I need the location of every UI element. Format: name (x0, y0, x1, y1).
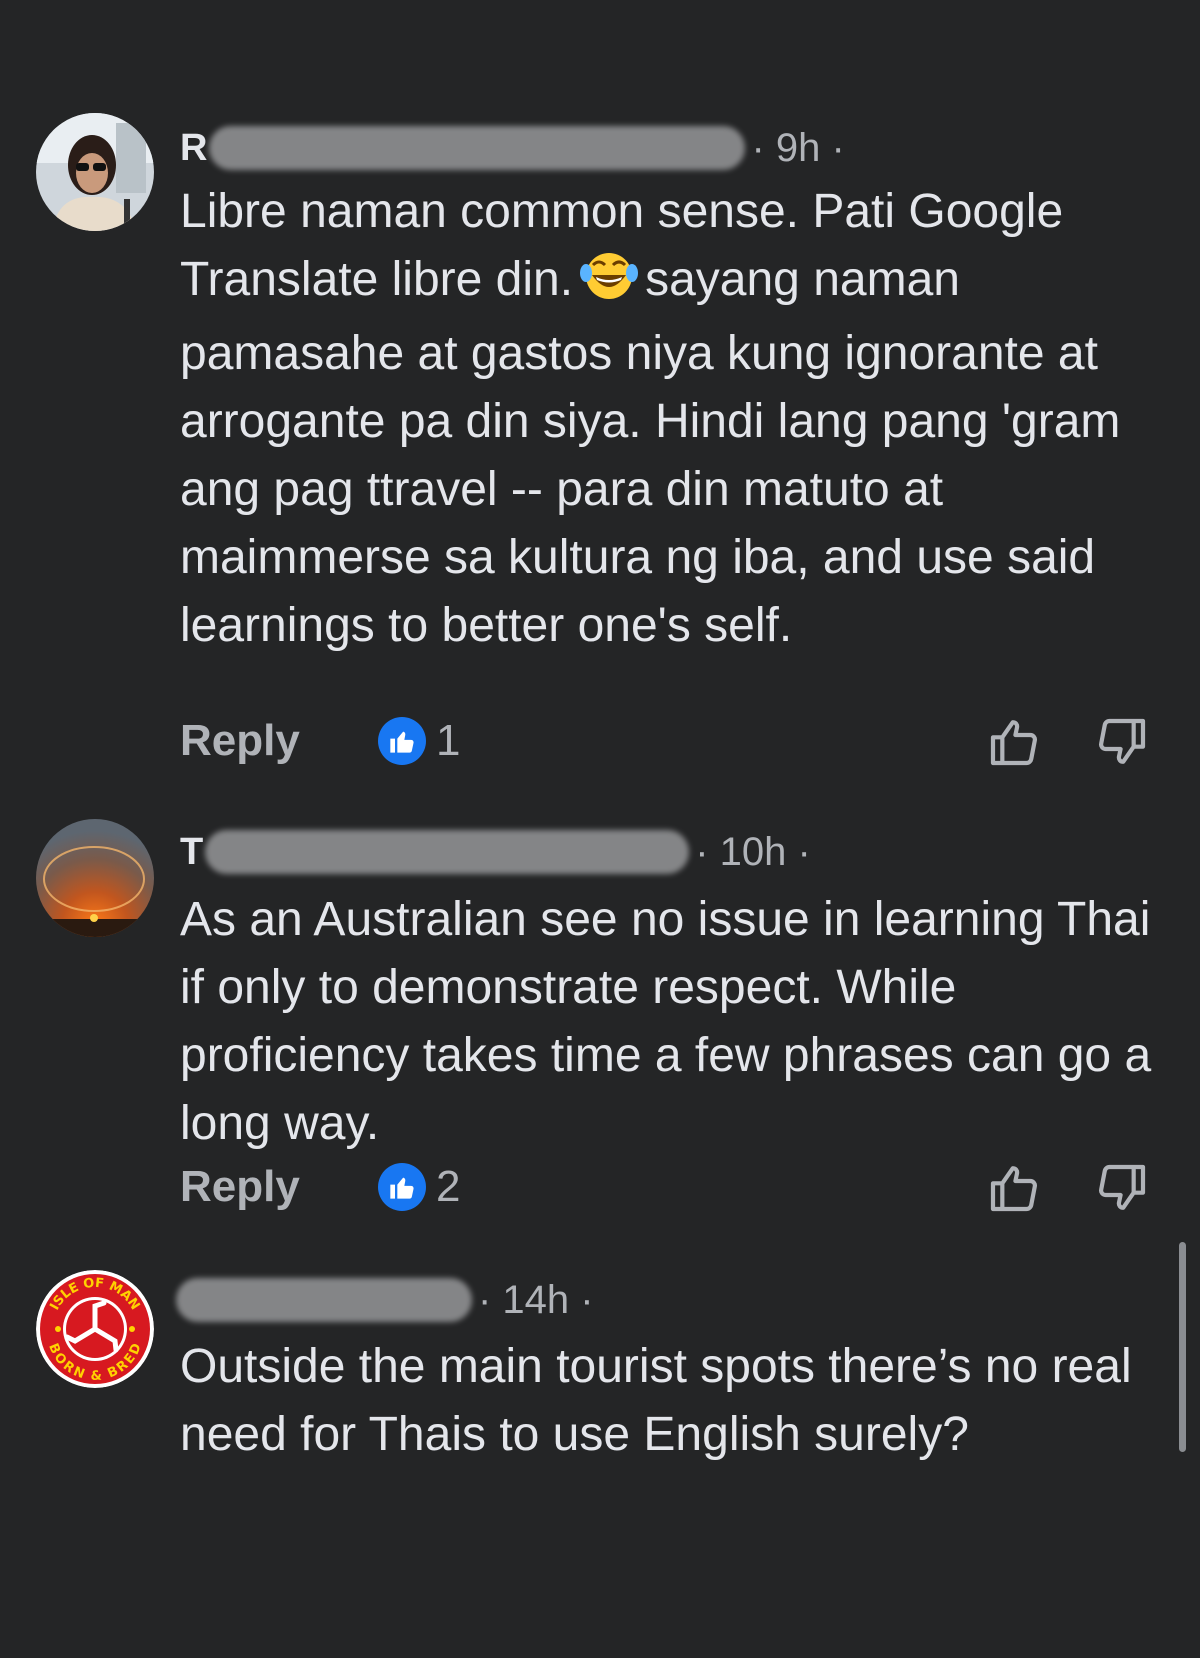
thumbs-up-outline-icon[interactable] (986, 1160, 1042, 1216)
avatar[interactable]: ISLE OF MAN BORN & BRED (36, 1270, 154, 1388)
comment-text: Outside the main tourist spots there’s n… (180, 1340, 1132, 1461)
comment-text: As an Australian see no issue in learnin… (180, 893, 1152, 1150)
comment-text: Libre naman common sense. Pati Google Tr… (180, 178, 1170, 660)
reply-button[interactable]: Reply (180, 716, 300, 766)
reply-button[interactable]: Reply (180, 1162, 300, 1212)
blurred-name (209, 126, 746, 170)
blurred-name (205, 830, 690, 874)
comment-actions: Reply 1 (180, 710, 1150, 770)
timestamp[interactable]: · 14h · (478, 1278, 594, 1323)
comment-actions: Reply 2 (180, 1156, 1150, 1216)
comment-header: T · 10h · (180, 822, 811, 882)
author-name[interactable]: T (180, 831, 203, 874)
avatar[interactable] (36, 113, 154, 231)
thumbs-up-outline-icon[interactable] (986, 714, 1042, 770)
timestamp[interactable]: · 9h · (751, 126, 844, 171)
reaction-count[interactable]: 2 (378, 1162, 460, 1212)
avatar[interactable] (36, 819, 154, 937)
scrollbar[interactable] (1179, 1242, 1186, 1452)
timestamp[interactable]: · 10h · (695, 830, 811, 875)
comment-text-part: sayang naman pamasahe at gastos niya kun… (180, 253, 1121, 652)
comment-header: R · 9h · (180, 118, 845, 178)
thumbs-up-icon (378, 1163, 426, 1211)
thumbs-down-outline-icon[interactable] (1094, 1160, 1150, 1216)
thumbs-up-icon (378, 717, 426, 765)
laughing-emoji-icon (579, 249, 639, 320)
like-count: 1 (436, 716, 461, 765)
reaction-count[interactable]: 1 (378, 716, 460, 766)
author-name[interactable]: R (180, 127, 207, 170)
comment-header: · 14h · (176, 1270, 594, 1330)
thumbs-down-outline-icon[interactable] (1094, 714, 1150, 770)
blurred-name (176, 1278, 472, 1322)
like-count: 2 (436, 1162, 461, 1211)
